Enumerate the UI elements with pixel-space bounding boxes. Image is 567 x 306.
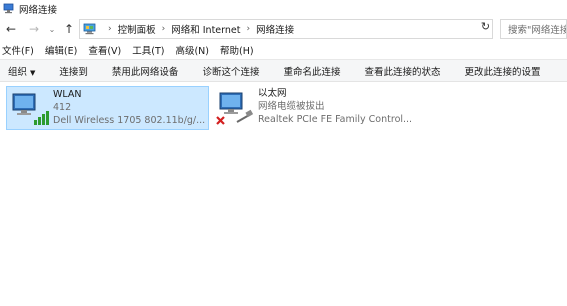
- connection-device: Dell Wireless 1705 802.11b/g/...: [53, 115, 206, 126]
- search-input[interactable]: 搜索"网络连接": [500, 19, 567, 39]
- menu-file[interactable]: 文件(F): [2, 43, 34, 57]
- diagnose-connection-button[interactable]: 诊断这个连接: [202, 64, 259, 78]
- change-settings-button[interactable]: 更改此连接的设置: [464, 64, 540, 78]
- connection-status: 412: [53, 102, 72, 113]
- breadcrumb-separator[interactable]: ›: [246, 24, 250, 34]
- back-arrow-icon[interactable]: ←: [3, 21, 19, 37]
- refresh-icon[interactable]: ↻: [478, 18, 493, 35]
- menu-view[interactable]: 查看(V): [88, 43, 121, 57]
- window-title: 网络连接: [19, 4, 58, 16]
- menu-bar: 文件(F) 编辑(E) 查看(V) 工具(T) 高级(N) 帮助(H): [0, 42, 567, 58]
- command-toolbar: 组织 ▼ 连接到 禁用此网络设备 诊断这个连接 重命名此连接 查看此连接的状态 更…: [0, 59, 567, 82]
- menu-tools[interactable]: 工具(T): [132, 43, 164, 57]
- organize-button[interactable]: 组织 ▼: [8, 64, 35, 78]
- connection-text: 以太网 网络电缆被拔出 Realtek PCIe FE Family Contr…: [258, 88, 412, 126]
- breadcrumb-separator[interactable]: ›: [108, 24, 112, 34]
- disable-device-button[interactable]: 禁用此网络设备: [112, 64, 179, 78]
- connection-name: WLAN: [53, 89, 82, 100]
- connection-status: 网络电缆被拔出: [258, 101, 325, 112]
- connection-item-ethernet[interactable]: 以太网 网络电缆被拔出 Realtek PCIe FE Family Contr…: [212, 86, 422, 130]
- connection-device: Realtek PCIe FE Family Control...: [258, 114, 413, 125]
- address-row: ← → ⌄ ↑ › 控制面板 › 网络和 Internet › 网络连接 ⌄ ↻…: [0, 17, 567, 41]
- connection-name: 以太网: [258, 88, 287, 99]
- title-bar: 网络连接: [0, 0, 567, 17]
- menu-help[interactable]: 帮助(H): [220, 43, 254, 57]
- recent-locations-chevron-icon[interactable]: ⌄: [47, 21, 57, 37]
- chevron-down-icon: ▼: [30, 68, 36, 77]
- connection-item-wlan[interactable]: WLAN 412 Dell Wireless 1705 802.11b/g/..…: [6, 86, 209, 130]
- organize-label: 组织: [8, 66, 28, 78]
- network-connections-icon: [3, 3, 14, 14]
- breadcrumb-network-connections[interactable]: 网络连接: [256, 22, 294, 36]
- menu-edit[interactable]: 编辑(E): [45, 43, 77, 57]
- ethernet-adapter-disconnected-icon: [215, 89, 255, 127]
- wireless-adapter-icon: [10, 90, 50, 128]
- control-panel-icon: [83, 23, 96, 35]
- rename-connection-button[interactable]: 重命名此连接: [283, 64, 340, 78]
- menu-advanced[interactable]: 高级(N): [175, 43, 209, 57]
- connect-to-button[interactable]: 连接到: [59, 64, 88, 78]
- breadcrumb-network-internet[interactable]: 网络和 Internet: [171, 22, 240, 36]
- breadcrumb-separator[interactable]: ›: [162, 24, 166, 34]
- connection-text: WLAN 412 Dell Wireless 1705 802.11b/g/..…: [53, 89, 205, 127]
- connections-list: WLAN 412 Dell Wireless 1705 802.11b/g/..…: [0, 82, 567, 306]
- forward-arrow-icon[interactable]: →: [26, 21, 42, 37]
- view-status-button[interactable]: 查看此连接的状态: [364, 64, 440, 78]
- up-arrow-icon[interactable]: ↑: [61, 21, 77, 37]
- address-bar[interactable]: › 控制面板 › 网络和 Internet › 网络连接 ⌄: [79, 19, 550, 39]
- breadcrumb-control-panel[interactable]: 控制面板: [118, 22, 156, 36]
